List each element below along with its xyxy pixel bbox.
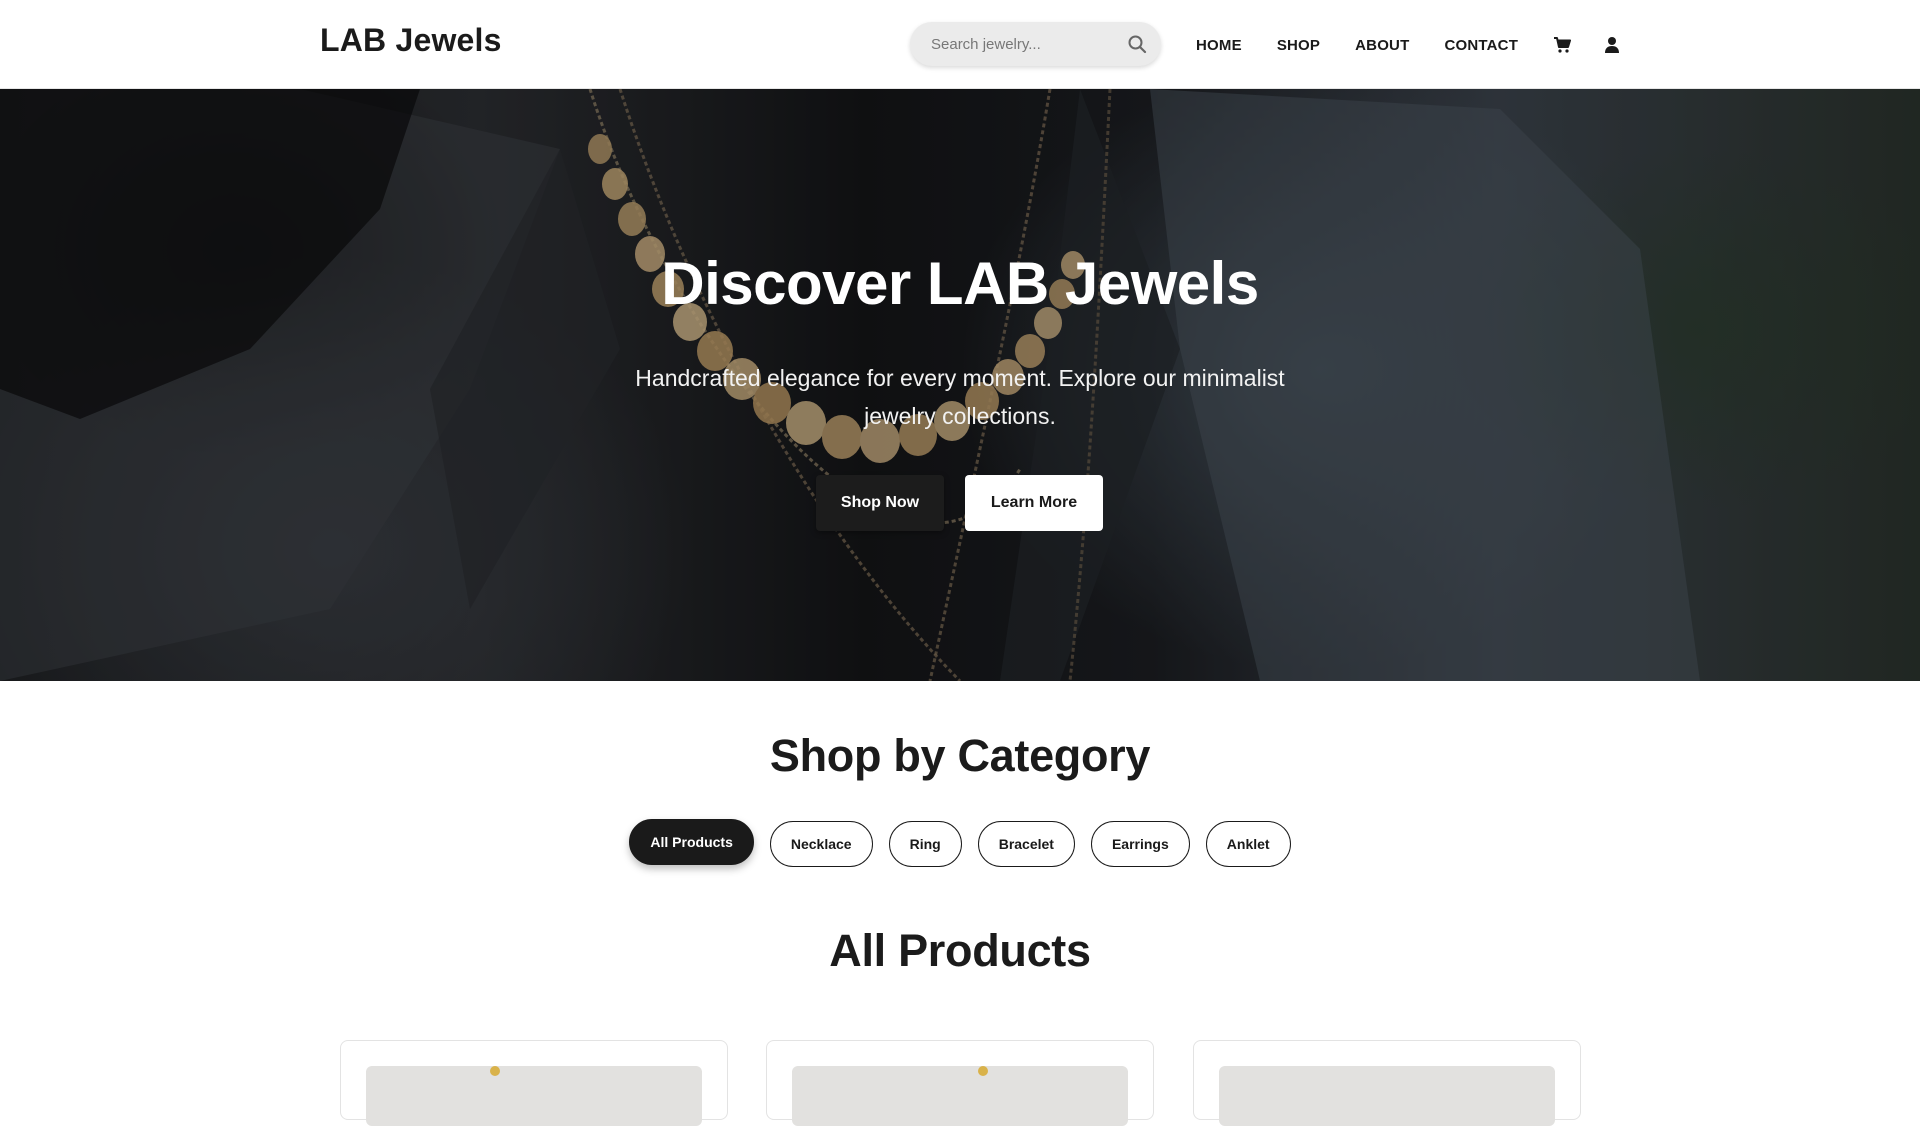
site-logo[interactable]: LAB Jewels [320,22,502,59]
hero-subtitle: Handcrafted elegance for every moment. E… [635,365,1285,429]
category-chip-anklet[interactable]: Anklet [1205,821,1291,867]
nav-shop[interactable]: SHOP [1277,37,1320,54]
category-chip-all-products[interactable]: All Products [629,819,754,865]
category-chip-necklace[interactable]: Necklace [769,821,873,867]
product-image [366,1066,702,1126]
product-card[interactable] [340,1040,728,1126]
product-card[interactable] [1193,1040,1581,1126]
learn-more-button[interactable]: Learn More [965,475,1103,531]
product-image [792,1066,1128,1126]
category-chip-ring[interactable]: Ring [888,821,962,867]
nav-about[interactable]: ABOUT [1355,37,1409,54]
category-filter: All Products Necklace Ring Bracelet Earr… [0,819,1920,867]
hero-banner: Discover LAB Jewels Handcrafted elegance… [0,89,1920,681]
site-header: LAB Jewels HOME SHOP ABOUT CONTACT [0,0,1920,89]
nav-home[interactable]: HOME [1196,37,1242,54]
product-card[interactable] [766,1040,1154,1126]
category-chip-bracelet[interactable]: Bracelet [977,821,1075,867]
search-input[interactable] [931,35,1121,53]
shop-now-button[interactable]: Shop Now [816,475,944,531]
product-grid [0,1040,1920,1126]
search-bar [910,22,1161,66]
main-nav: HOME SHOP ABOUT CONTACT [1196,34,1621,56]
cart-icon[interactable] [1553,36,1572,54]
category-section-title: Shop by Category [769,730,1151,781]
category-chip-earrings[interactable]: Earrings [1090,821,1190,867]
search-icon[interactable] [1127,34,1147,54]
user-icon[interactable] [1603,36,1621,54]
products-section-title: All Products [829,925,1091,976]
hero-title: Discover LAB Jewels [661,250,1259,317]
nav-contact[interactable]: CONTACT [1444,37,1518,54]
product-image [1219,1066,1555,1126]
